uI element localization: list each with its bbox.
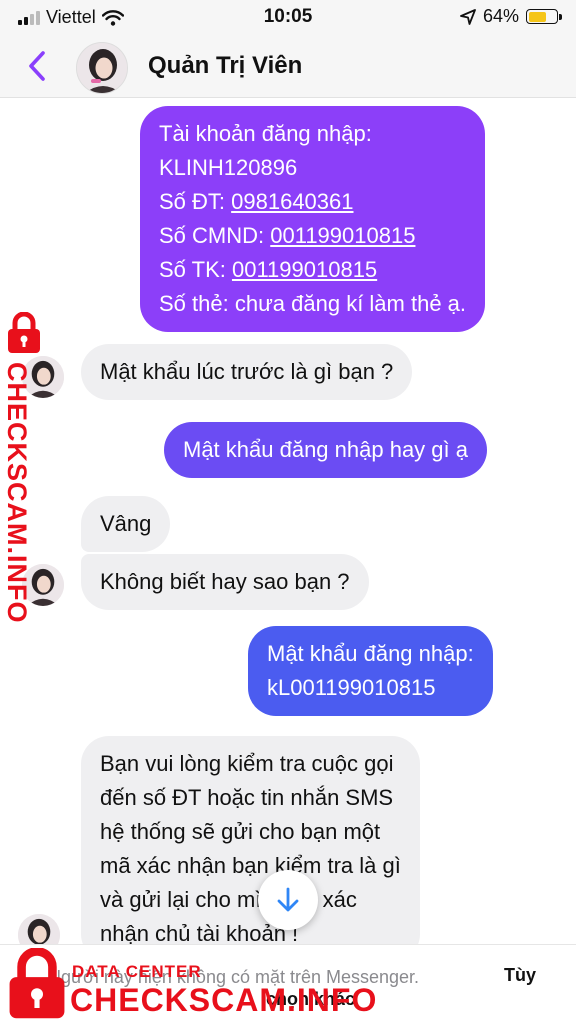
message-line: Số thẻ: chưa đăng kí làm thẻ ạ. (159, 287, 466, 321)
message-line: hệ thống sẽ gửi cho bạn một (100, 815, 401, 849)
watermark-brand: CHECKSCAM.INFO (70, 982, 378, 1018)
message-text: Vâng (100, 511, 152, 536)
message-bubble-received[interactable]: Bạn vui lòng kiểm tra cuộc gọi đến số ĐT … (81, 736, 420, 962)
message-line: Bạn vui lòng kiểm tra cuộc gọi (100, 747, 401, 781)
contact-avatar[interactable] (76, 42, 128, 94)
battery-fill (528, 11, 546, 22)
status-right: 64% (460, 6, 562, 27)
message-link-text[interactable]: 001199010815 (270, 223, 415, 248)
message-link-text[interactable]: 001199010815 (232, 257, 377, 282)
message-line: Vâng (100, 507, 151, 541)
message-line: Số TK: 001199010815 (159, 253, 466, 287)
chat-header: Quản Trị Viên (0, 34, 576, 98)
message-line: Số ĐT: 0981640361 (159, 185, 466, 219)
contact-name: Quản Trị Viên (148, 52, 303, 79)
arrow-down-icon (277, 887, 299, 912)
message-line: Tài khoản đăng nhập: (159, 117, 466, 151)
message-text: Số ĐT: (159, 189, 232, 214)
message-line: Số CMND: 001199010815 (159, 219, 466, 253)
message-line: KLINH120896 (159, 151, 466, 185)
watermark-sub: DATA CENTER (72, 962, 202, 981)
message-line: đến số ĐT hoặc tin nhắn SMS (100, 781, 401, 815)
message-text: Số CMND: (159, 223, 271, 248)
message-bubble-sent[interactable]: Tài khoản đăng nhập: KLINH120896 Số ĐT: 09… (140, 106, 486, 332)
watermark-vertical-text: CHECKSCAM.INFO DATA CENTER (0, 362, 32, 624)
watermark-brand: CHECKSCAM.INFO (2, 362, 32, 624)
battery-percent: 64% (482, 6, 519, 26)
message-line: và gửi lại cho mình để xác (100, 883, 401, 917)
avatar-image (77, 43, 127, 93)
lock-icon (9, 948, 65, 1019)
message-text: mã xác nhận bạn kiểm tra là gì (100, 853, 401, 878)
message-bubble-sent[interactable]: Mật khẩu đăng nhập hay gì ạ (164, 422, 487, 478)
message-text: Mật khẩu lúc trước là gì bạn ? (100, 359, 394, 384)
message-text: Số TK: (159, 257, 232, 282)
message-text: Mật khẩu đăng nhập: (267, 641, 474, 666)
chevron-left-icon (29, 51, 45, 81)
message-text: đến số ĐT hoặc tin nhắn SMS (100, 785, 394, 810)
message-bubble-sent[interactable]: Mật khẩu đăng nhập: kL001199010815 (248, 626, 493, 716)
back-button[interactable] (20, 48, 54, 84)
watermark-left: CHECKSCAM.INFO DATA CENTER (0, 312, 52, 624)
message-bubble-received[interactable]: Không biết hay sao bạn ? (81, 554, 369, 610)
message-text: nhận chủ tài khoản ! (100, 921, 299, 946)
more-options-link[interactable]: Tùy (504, 965, 536, 986)
message-line: kL001199010815 (267, 671, 474, 705)
message-text: KLINH120896 (159, 155, 298, 180)
scroll-to-bottom-button[interactable] (258, 870, 318, 930)
message-line: Mật khẩu lúc trước là gì bạn ? (100, 355, 393, 389)
message-line: Mật khẩu đăng nhập hay gì ạ (183, 433, 468, 467)
message-text: và gửi lại cho mình để xác (100, 887, 357, 912)
message-link-text[interactable]: 0981640361 (231, 189, 353, 214)
message-text: Không biết hay sao bạn ? (100, 569, 350, 594)
message-line: Mật khẩu đăng nhập: (267, 637, 474, 671)
message-text: Mật khẩu đăng nhập hay gì ạ (183, 437, 468, 462)
message-line: mã xác nhận bạn kiểm tra là gì (100, 849, 401, 883)
message-bubble-received[interactable]: Mật khẩu lúc trước là gì bạn ? (81, 344, 413, 400)
battery-icon (526, 9, 562, 24)
message-bubble-received[interactable]: Vâng (81, 496, 171, 552)
message-text: kL001199010815 (267, 675, 436, 700)
message-text: Bạn vui lòng kiểm tra cuộc gọi (100, 751, 394, 776)
message-text: hệ thống sẽ gửi cho bạn một (100, 819, 381, 844)
location-icon (460, 8, 476, 25)
message-list[interactable]: Tài khoản đăng nhập: KLINH120896 Số ĐT: 09… (0, 98, 576, 962)
lock-icon (8, 312, 40, 353)
message-line: Không biết hay sao bạn ? (100, 565, 350, 599)
status-bar: Viettel 10:05 64% (0, 0, 576, 34)
message-text: Tài khoản đăng nhập: (159, 121, 372, 146)
message-text: Số thẻ: chưa đăng kí làm thẻ ạ. (159, 291, 467, 316)
watermark-bottom: DATA CENTER CHECKSCAM.INFO (0, 944, 376, 1024)
